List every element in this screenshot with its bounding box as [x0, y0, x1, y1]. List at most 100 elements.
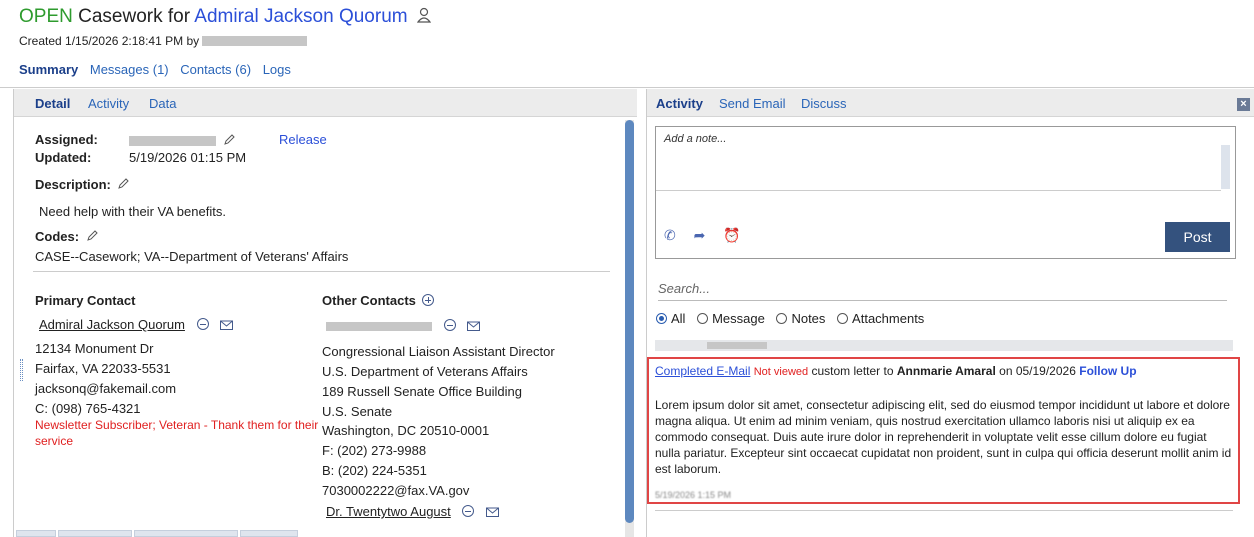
radio[interactable] — [837, 313, 849, 324]
tab-logs[interactable]: Logs — [263, 62, 291, 77]
primary-note-line2: service — [35, 434, 74, 448]
divider — [656, 190, 1221, 191]
remove-contact-icon[interactable] — [462, 505, 475, 517]
other-email: 7030002222@fax.VA.gov — [322, 483, 470, 498]
release-link[interactable]: Release — [279, 132, 327, 147]
not-viewed-status: Not viewed — [753, 366, 809, 378]
divider — [655, 510, 1233, 511]
activity-panel: Activity Send Email Discuss × Add a note… — [625, 89, 1254, 537]
tab-discuss[interactable]: Discuss — [801, 96, 847, 111]
description-label-text: Description: — [35, 177, 111, 192]
tab-summary[interactable]: Summary — [19, 62, 78, 77]
activity-entry: Completed E-Mail Not viewed custom lette… — [647, 357, 1240, 504]
filter-message-label: Message — [712, 311, 765, 326]
other-address-1: 189 Russell Senate Office Building — [322, 384, 522, 399]
assigned-value — [129, 133, 235, 148]
filter-notes-label: Notes — [791, 311, 826, 326]
note-tools: ✆ ➦ ⏰ — [664, 227, 755, 244]
search-input[interactable]: Search... — [658, 279, 1227, 301]
codes-label: Codes: — [35, 229, 98, 244]
primary-contact-row: Admiral Jackson Quorum — [39, 317, 234, 332]
recipient-name: Annmarie Amaral — [896, 364, 996, 378]
filter-radios: All Message Notes Attachments — [656, 311, 932, 326]
other-contact-row-1 — [326, 318, 481, 333]
activity-tabs: Activity Send Email Discuss × — [647, 89, 1254, 117]
add-contact-icon[interactable] — [421, 294, 434, 306]
other-contact-name-2[interactable]: Dr. Twentytwo August — [326, 504, 451, 519]
envelope-icon[interactable] — [220, 319, 234, 330]
completed-email-link[interactable]: Completed E-Mail — [655, 364, 750, 378]
other-address-3: Washington, DC 20510-0001 — [322, 423, 490, 438]
splitter-handle[interactable] — [20, 359, 23, 381]
codes-label-text: Codes: — [35, 229, 80, 244]
follow-up-link[interactable]: Follow Up — [1079, 364, 1136, 378]
description-text: Need help with their VA benefits. — [39, 204, 226, 219]
entry-date: on 05/19/2026 — [999, 364, 1076, 378]
bottom-button[interactable] — [58, 530, 132, 537]
tab-send-email[interactable]: Send Email — [719, 96, 785, 111]
other-contacts-heading-text: Other Contacts — [322, 293, 416, 308]
post-button[interactable]: Post — [1165, 222, 1230, 252]
subtab-data[interactable]: Data — [149, 96, 176, 111]
status-open: OPEN — [19, 6, 73, 27]
person-icon[interactable] — [416, 7, 431, 23]
note-input[interactable]: Add a note... — [664, 133, 726, 145]
updated-label: Updated: — [35, 150, 92, 165]
activity-scrollbar[interactable] — [625, 120, 634, 537]
divider — [33, 271, 610, 272]
detail-subtabs: Detail Activity Data — [14, 89, 637, 117]
tab-activity[interactable]: Activity — [656, 96, 703, 111]
tab-contacts[interactable]: Contacts (6) — [180, 62, 251, 77]
scrollbar-thumb[interactable] — [625, 120, 634, 523]
radio[interactable] — [697, 313, 709, 324]
tab-messages[interactable]: Messages (1) — [90, 62, 169, 77]
bottom-button[interactable] — [134, 530, 238, 537]
remove-contact-icon[interactable] — [196, 318, 209, 330]
page-title: OPEN Casework for Admiral Jackson Quorum — [19, 6, 431, 28]
radio-selected[interactable] — [656, 313, 667, 324]
entry-text: custom letter to — [811, 364, 894, 378]
redacted-date — [707, 342, 767, 349]
note-composer: Add a note... ✆ ➦ ⏰ Post — [655, 126, 1236, 259]
close-icon[interactable]: × — [1237, 98, 1250, 111]
entry-body: Lorem ipsum dolor sit amet, consectetur … — [655, 398, 1232, 476]
main-tabs: Summary Messages (1) Contacts (6) Logs — [19, 62, 299, 77]
other-contacts-heading: Other Contacts — [322, 293, 434, 308]
filter-message[interactable]: Message — [697, 311, 765, 326]
remove-contact-icon[interactable] — [443, 319, 456, 331]
primary-contact-name[interactable]: Admiral Jackson Quorum — [39, 317, 185, 332]
title-prefix: Casework for — [78, 6, 191, 27]
pencil-icon[interactable] — [223, 134, 235, 146]
envelope-icon[interactable] — [467, 320, 481, 331]
primary-contact-heading: Primary Contact — [35, 293, 136, 308]
entry-timestamp: 5/19/2026 1:15 PM — [655, 490, 732, 499]
filter-attachments[interactable]: Attachments — [837, 311, 924, 326]
primary-address-2: Fairfax, VA 22033-5531 — [35, 361, 171, 376]
created-info: Created 1/15/2026 2:18:41 PM by — [19, 34, 308, 48]
filter-attachments-label: Attachments — [852, 311, 925, 326]
alarm-clock-icon[interactable]: ⏰ — [723, 227, 740, 243]
redacted-assignee — [129, 136, 216, 146]
bottom-button[interactable] — [16, 530, 56, 537]
primary-phone: C: (098) 765-4321 — [35, 401, 141, 416]
constituent-name-link[interactable]: Admiral Jackson Quorum — [194, 6, 407, 27]
radio[interactable] — [776, 313, 788, 324]
bottom-button[interactable] — [240, 530, 298, 537]
pencil-icon[interactable] — [86, 230, 98, 242]
envelope-icon[interactable] — [486, 506, 500, 517]
other-org: U.S. Department of Veterans Affairs — [322, 364, 528, 379]
filter-all[interactable]: All — [656, 311, 685, 326]
redacted-contact-name[interactable] — [326, 322, 432, 331]
updated-value: 5/19/2026 01:15 PM — [129, 150, 247, 165]
filter-notes[interactable]: Notes — [776, 311, 825, 326]
primary-note-line1: Newsletter Subscriber; Veteran - Thank t… — [35, 418, 319, 432]
subtab-activity[interactable]: Activity — [88, 96, 129, 111]
share-icon[interactable]: ➦ — [694, 227, 706, 243]
redacted-user — [202, 36, 308, 46]
pencil-icon[interactable] — [117, 178, 130, 190]
other-address-2: U.S. Senate — [322, 404, 393, 419]
created-text: Created 1/15/2026 2:18:41 PM by — [19, 34, 200, 48]
note-scrollbar[interactable] — [1221, 145, 1230, 189]
subtab-detail[interactable]: Detail — [35, 96, 70, 111]
phone-icon[interactable]: ✆ — [664, 227, 676, 243]
